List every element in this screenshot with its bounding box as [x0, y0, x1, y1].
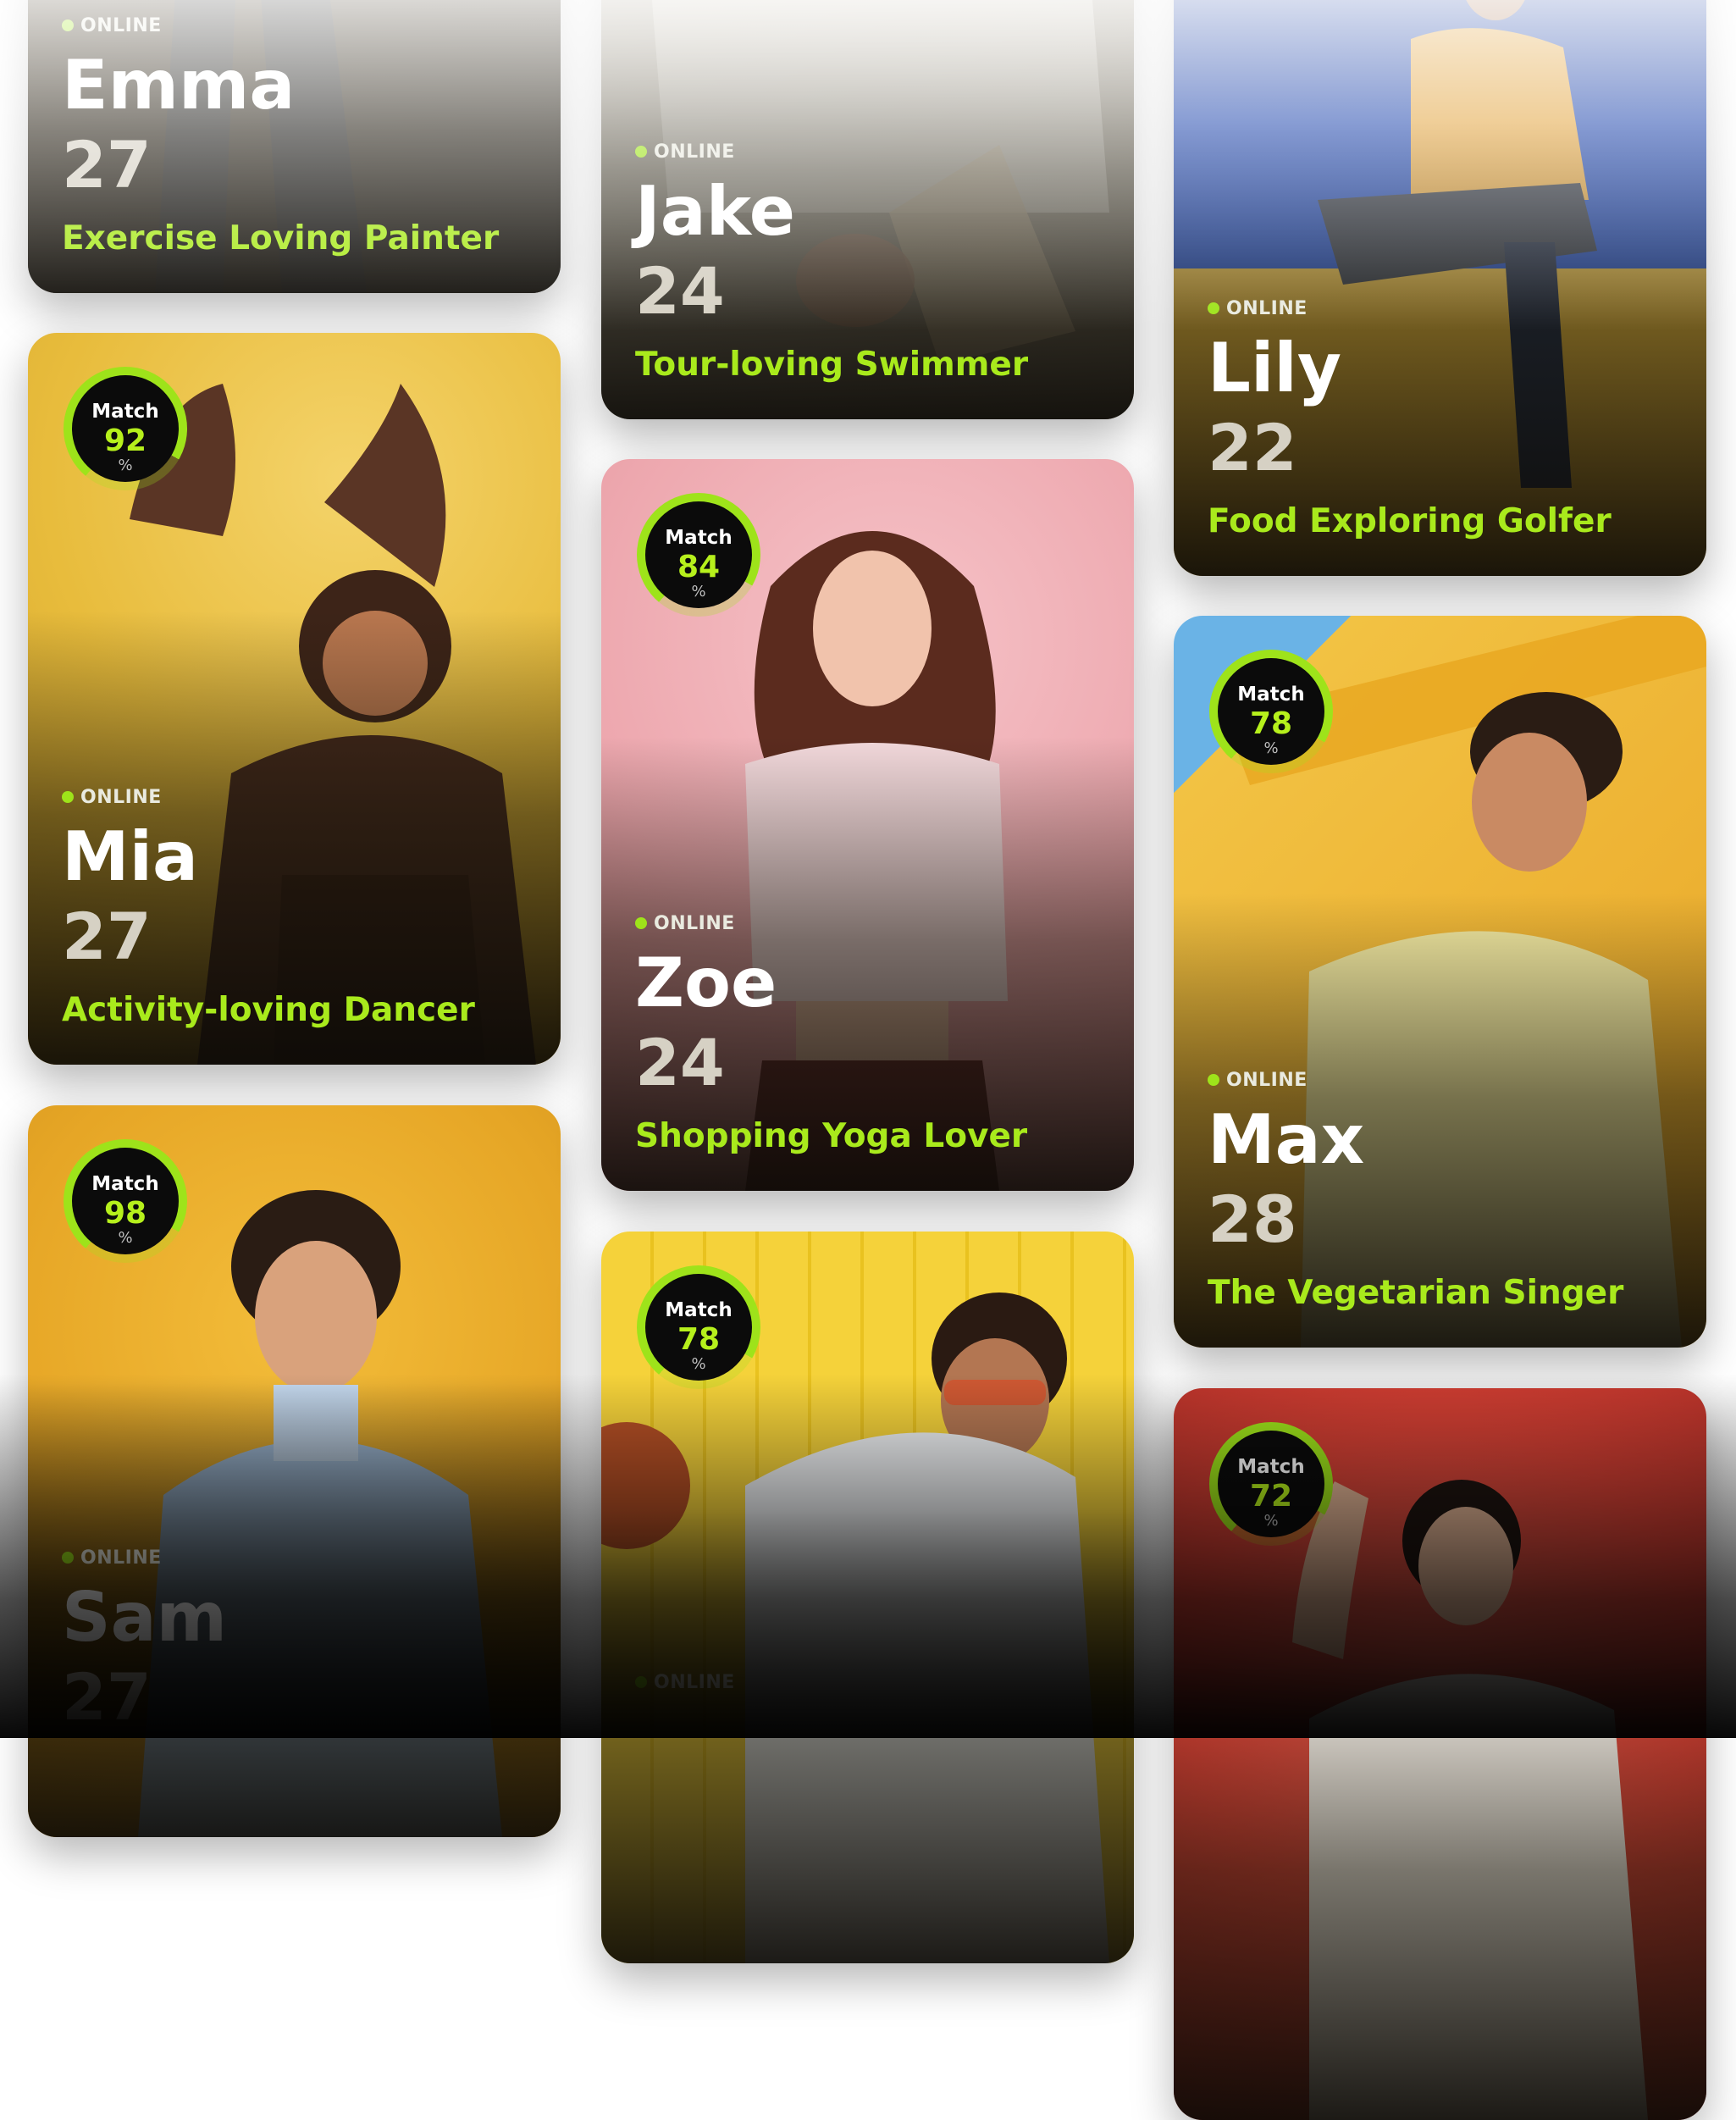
match-badge-inner: Match 92 % — [72, 375, 179, 482]
status-label: ONLINE — [80, 14, 162, 36]
status-label: ONLINE — [1226, 297, 1308, 319]
match-badge: Match 72 % — [1209, 1422, 1333, 1546]
match-unit: % — [118, 1229, 133, 1247]
match-label: Match — [91, 401, 159, 423]
profile-name: Emma — [62, 46, 296, 125]
match-label: Match — [1237, 1456, 1305, 1478]
online-status: ONLINE — [635, 1670, 1117, 1694]
profile-tagline: The Vegetarian Singer — [1208, 1274, 1624, 1312]
online-dot-icon — [635, 917, 647, 929]
profile-info: ONLINE Zoe 24 Shopping Yoga Lover — [635, 911, 1117, 1157]
status-label: ONLINE — [654, 912, 735, 934]
online-dot-icon — [62, 791, 74, 803]
profile-age: 24 — [635, 1025, 725, 1100]
profile-age: 22 — [1208, 410, 1297, 485]
match-badge: Match 92 % — [64, 367, 187, 490]
status-label: ONLINE — [80, 1547, 162, 1569]
online-dot-icon — [635, 146, 647, 158]
match-badge-inner: Match 78 % — [1218, 658, 1324, 765]
online-status: ONLINE — [635, 140, 1117, 163]
match-value: 78 — [1249, 706, 1293, 741]
online-status: ONLINE — [62, 1546, 544, 1569]
profile-name: Jake — [635, 172, 796, 251]
profile-tagline: Shopping Yoga Lover — [635, 1117, 1028, 1155]
profile-card-jake[interactable]: ONLINE Jake 24 Tour-loving Swimmer — [601, 0, 1134, 419]
profile-age: 28 — [1208, 1182, 1297, 1257]
match-value: 78 — [677, 1322, 721, 1357]
match-badge: Match 98 % — [64, 1139, 187, 1263]
match-value: 98 — [103, 1196, 147, 1231]
profile-tagline: Exercise Loving Painter — [62, 219, 500, 257]
profile-tagline: Tour-loving Swimmer — [635, 346, 1029, 384]
online-status: ONLINE — [62, 14, 544, 37]
profile-name: Sam — [62, 1578, 227, 1657]
card-gradient — [1174, 1666, 1706, 2120]
profile-info: ONLINE — [635, 1670, 1117, 1706]
profile-info: ONLINE Jake 24 Tour-loving Swimmer — [635, 140, 1117, 385]
online-dot-icon — [1208, 302, 1219, 314]
profile-info: ONLINE Sam 27 — [62, 1546, 544, 1735]
profile-info: ONLINE Mia 27 Activity-loving Dancer — [62, 785, 544, 1031]
match-unit: % — [691, 1355, 706, 1373]
profile-card-mia[interactable]: Match 92 % ONLINE Mia 27 Activity-loving… — [28, 333, 561, 1065]
profile-info: ONLINE Max 28 The Vegetarian Singer — [1208, 1068, 1689, 1314]
match-badge-inner: Match 78 % — [645, 1274, 752, 1381]
match-badge-inner: Match 72 % — [1218, 1431, 1324, 1537]
online-status: ONLINE — [1208, 296, 1689, 320]
match-label: Match — [1237, 684, 1305, 706]
online-status: ONLINE — [635, 911, 1117, 935]
online-dot-icon — [62, 1552, 74, 1564]
profile-name: Max — [1208, 1100, 1365, 1179]
match-unit: % — [1263, 739, 1279, 757]
match-value: 72 — [1249, 1479, 1293, 1514]
match-unit: % — [691, 583, 706, 601]
profile-tagline: Food Exploring Golfer — [1208, 502, 1612, 540]
match-badge: Match 78 % — [637, 1265, 760, 1389]
profile-info: ONLINE Emma 27 Exercise Loving Painter — [62, 14, 544, 259]
profile-age: 24 — [635, 253, 725, 329]
online-dot-icon — [1208, 1074, 1219, 1086]
profile-age: 27 — [62, 899, 152, 974]
profile-name: Mia — [62, 817, 199, 896]
online-dot-icon — [635, 1676, 647, 1688]
match-badge-inner: Match 98 % — [72, 1148, 179, 1254]
profile-age: 27 — [62, 127, 152, 202]
match-value: 92 — [103, 423, 147, 458]
match-value: 84 — [677, 550, 721, 584]
match-unit: % — [118, 457, 133, 474]
profile-card-red[interactable]: Match 72 % — [1174, 1388, 1706, 2120]
profile-card-sam[interactable]: Match 98 % ONLINE Sam 27 — [28, 1105, 561, 1837]
profile-name: Zoe — [635, 944, 777, 1022]
online-status: ONLINE — [62, 785, 544, 809]
online-dot-icon — [62, 19, 74, 31]
match-badge-inner: Match 84 % — [645, 501, 752, 608]
status-label: ONLINE — [654, 141, 735, 163]
match-badge: Match 78 % — [1209, 650, 1333, 773]
status-label: ONLINE — [654, 1671, 735, 1693]
profile-age: 27 — [62, 1659, 152, 1735]
match-badge: Match 84 % — [637, 493, 760, 617]
online-status: ONLINE — [1208, 1068, 1689, 1092]
match-label: Match — [91, 1173, 159, 1195]
match-unit: % — [1263, 1512, 1279, 1530]
profile-card-zoe[interactable]: Match 84 % ONLINE Zoe 24 Shopping Yoga L… — [601, 459, 1134, 1191]
status-label: ONLINE — [1226, 1069, 1308, 1091]
profile-name: Lily — [1208, 329, 1341, 407]
profile-card-emma[interactable]: ONLINE Emma 27 Exercise Loving Painter — [28, 0, 561, 293]
profile-info: ONLINE Lily 22 Food Exploring Golfer — [1208, 296, 1689, 542]
profile-card-basketball-player[interactable]: Match 78 % ONLINE — [601, 1232, 1134, 1963]
match-label: Match — [665, 1299, 733, 1321]
profile-card-lily[interactable]: ONLINE Lily 22 Food Exploring Golfer — [1174, 0, 1706, 576]
profile-card-max[interactable]: Match 78 % ONLINE Max 28 The Vegetarian … — [1174, 616, 1706, 1348]
match-label: Match — [665, 527, 733, 549]
profile-tagline: Activity-loving Dancer — [62, 991, 475, 1029]
status-label: ONLINE — [80, 786, 162, 808]
card-gradient — [601, 1509, 1134, 1963]
